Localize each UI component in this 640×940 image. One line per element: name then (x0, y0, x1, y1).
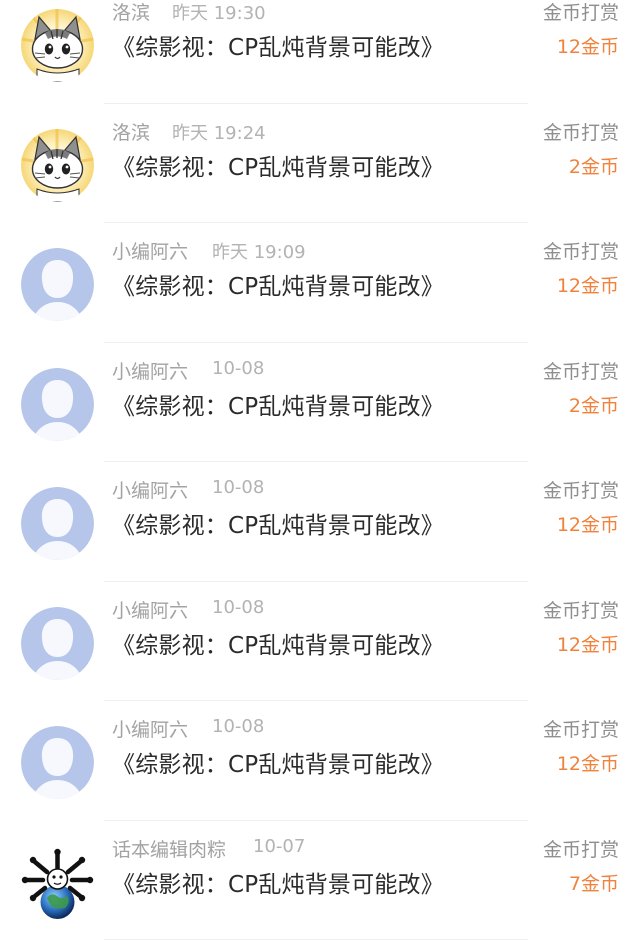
default-user-avatar-icon[interactable] (21, 607, 94, 680)
message-time: 10-08 (212, 597, 264, 618)
sender-name[interactable]: 话本编辑肉粽 (112, 835, 226, 862)
message-row[interactable]: 洛滨 昨天 19:24 《综影视：CP乱炖背景可能改》 金币打赏 2金币 (0, 104, 640, 224)
sender-name[interactable]: 小编阿六 (112, 596, 188, 623)
message-row[interactable]: 小编阿六 10-08 《综影视：CP乱炖背景可能改》 金币打赏 2金币 (0, 343, 640, 463)
message-row[interactable]: 洛滨 昨天 19:30 《综影视：CP乱炖背景可能改》 金币打赏 12金币 (0, 0, 640, 104)
message-row[interactable]: 小编阿六 10-08 《综影视：CP乱炖背景可能改》 金币打赏 12金币 (0, 462, 640, 582)
book-title[interactable]: 《综影视：CP乱炖背景可能改》 (112, 626, 444, 660)
reward-type-label: 金币打赏 (543, 237, 619, 264)
reward-amount: 7金币 (569, 869, 619, 896)
reward-type-label: 金币打赏 (543, 715, 619, 742)
book-title[interactable]: 《综影视：CP乱炖背景可能改》 (112, 267, 444, 301)
default-user-avatar-icon[interactable] (21, 248, 94, 321)
reward-amount: 12金币 (557, 749, 619, 776)
book-title[interactable]: 《综影视：CP乱炖背景可能改》 (112, 865, 444, 899)
message-row[interactable]: 小编阿六 10-08 《综影视：CP乱炖背景可能改》 金币打赏 12金币 (0, 582, 640, 702)
reward-type-label: 金币打赏 (543, 357, 619, 384)
book-title[interactable]: 《综影视：CP乱炖背景可能改》 (112, 506, 444, 540)
reward-amount: 12金币 (557, 32, 619, 59)
reward-type-label: 金币打赏 (543, 118, 619, 145)
cat-avatar-icon[interactable] (21, 129, 94, 202)
reward-amount: 12金币 (557, 271, 619, 298)
sender-name[interactable]: 小编阿六 (112, 715, 188, 742)
reward-type-label: 金币打赏 (543, 0, 619, 25)
message-time: 10-07 (253, 836, 305, 857)
book-title[interactable]: 《综影视：CP乱炖背景可能改》 (112, 387, 444, 421)
message-time: 10-08 (212, 358, 264, 379)
sender-name[interactable]: 小编阿六 (112, 476, 188, 503)
sender-name[interactable]: 洛滨 (112, 0, 150, 25)
reward-type-label: 金币打赏 (543, 835, 619, 862)
default-user-avatar-icon[interactable] (21, 368, 94, 441)
message-time: 10-08 (212, 477, 264, 498)
message-row[interactable]: 小编阿六 昨天 19:09 《综影视：CP乱炖背景可能改》 金币打赏 12金币 (0, 223, 640, 343)
sender-name[interactable]: 小编阿六 (112, 237, 188, 264)
reward-type-label: 金币打赏 (543, 476, 619, 503)
message-row[interactable]: 话本编辑肉粽 10-07 《综影视：CP乱炖背景可能改》 金币打赏 7金币 (0, 821, 640, 940)
sender-name[interactable]: 小编阿六 (112, 357, 188, 384)
default-user-avatar-icon[interactable] (21, 487, 94, 560)
message-time: 昨天 19:30 (172, 0, 266, 25)
message-time: 10-08 (212, 716, 264, 737)
reward-message-list[interactable]: 洛滨 昨天 19:30 《综影视：CP乱炖背景可能改》 金币打赏 12金币 (0, 0, 640, 940)
reward-amount: 2金币 (569, 391, 619, 418)
message-time: 昨天 19:09 (212, 238, 306, 264)
reward-amount: 12金币 (557, 630, 619, 657)
book-title[interactable]: 《综影视：CP乱炖背景可能改》 (112, 148, 444, 182)
default-user-avatar-icon[interactable] (21, 726, 94, 799)
cat-avatar-icon[interactable] (21, 9, 94, 82)
reward-amount: 2金币 (569, 152, 619, 179)
globe-character-avatar-icon[interactable] (21, 846, 94, 919)
book-title[interactable]: 《综影视：CP乱炖背景可能改》 (112, 28, 444, 62)
reward-amount: 12金币 (557, 510, 619, 537)
sender-name[interactable]: 洛滨 (112, 118, 150, 145)
message-row[interactable]: 小编阿六 10-08 《综影视：CP乱炖背景可能改》 金币打赏 12金币 (0, 701, 640, 821)
message-time: 昨天 19:24 (172, 119, 266, 145)
reward-type-label: 金币打赏 (543, 596, 619, 623)
book-title[interactable]: 《综影视：CP乱炖背景可能改》 (112, 745, 444, 779)
